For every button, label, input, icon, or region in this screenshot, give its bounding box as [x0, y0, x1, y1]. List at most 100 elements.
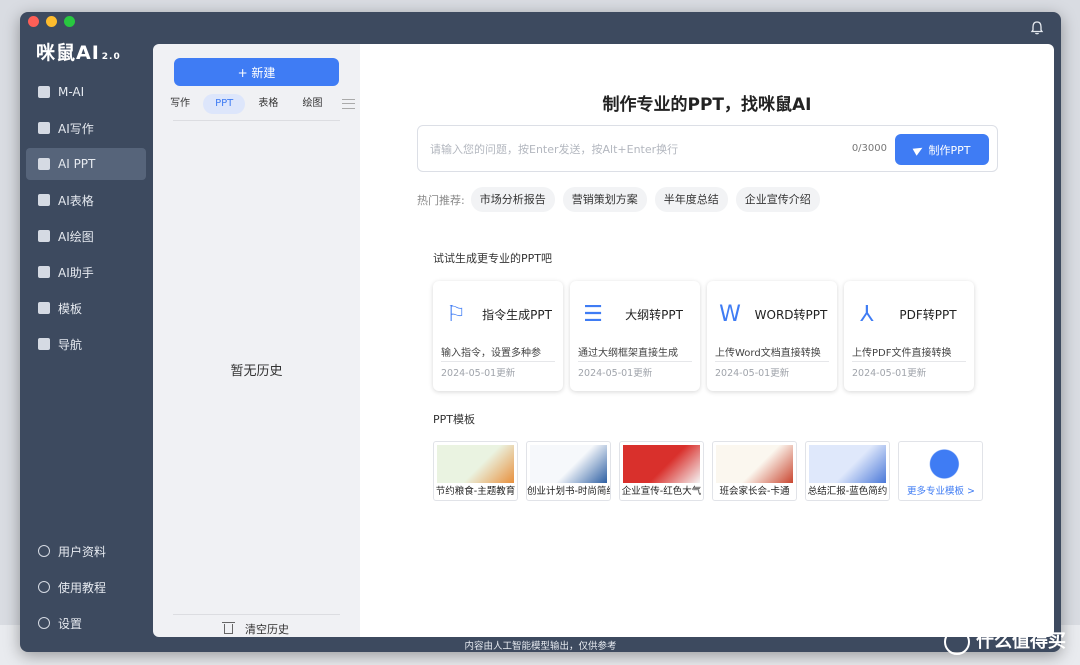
page-title: 制作专业的PPT，找咪鼠AI: [602, 95, 812, 115]
hot-chip-2[interactable]: 半年度总结: [654, 187, 728, 212]
feature-card-1[interactable]: ☰ 大纲转PPT 通过大纲框架直接生成 2024-05-01更新: [570, 281, 700, 391]
card-title: 大纲转PPT: [625, 307, 683, 322]
make-ppt-label: 制作PPT: [928, 143, 971, 157]
table-icon: [38, 194, 50, 206]
history-panel: + 新建 写作 PPT 表格 绘图 暂无历史 清空历史: [153, 44, 360, 637]
flag-icon: ⚐: [446, 302, 466, 327]
new-button[interactable]: + 新建: [174, 58, 339, 86]
template-card-4[interactable]: 总结汇报-蓝色简约: [805, 441, 890, 501]
more-templates-icon: [902, 445, 979, 483]
history-tab-3[interactable]: 绘图: [291, 94, 333, 114]
ppt-icon: [38, 158, 50, 170]
sidebar-item-label: AI助手: [58, 265, 94, 280]
template-card-0[interactable]: 节约粮食-主题教育: [433, 441, 518, 501]
card-date: 2024-05-01更新: [715, 361, 829, 379]
send-icon: [912, 143, 924, 156]
sidebar-item-label: M-AI: [58, 85, 85, 99]
word-icon: W: [719, 302, 741, 327]
sidebar-item-4[interactable]: AI绘图: [26, 220, 146, 252]
minimize-window-button[interactable]: [46, 16, 57, 27]
maximize-window-button[interactable]: [64, 16, 75, 27]
sidebar-item-label: 导航: [58, 337, 83, 352]
window-controls: [28, 16, 75, 27]
hot-recommendations: 热门推荐: 市场分析报告 营销策划方案 半年度总结 企业宣传介绍: [417, 187, 828, 212]
card-header: ⅄ PDF转PPT: [854, 295, 966, 335]
bell-icon[interactable]: [1029, 20, 1045, 36]
hot-chip-0[interactable]: 市场分析报告: [470, 187, 555, 212]
sidebar-item-label: AI PPT: [58, 157, 96, 171]
template-thumbnail: [623, 445, 700, 483]
prompt-input[interactable]: [430, 138, 830, 160]
main-content: 制作专业的PPT，找咪鼠AI 0/3000 制作PPT 热门推荐: 市场分析报告…: [360, 44, 1054, 637]
assistant-icon: [38, 266, 50, 278]
sidebar-item-label: 使用教程: [58, 580, 107, 595]
help-icon: [38, 581, 50, 593]
sidebar-item-3[interactable]: AI表格: [26, 184, 146, 216]
sidebar-bottom-item-0[interactable]: 用户资料: [26, 535, 146, 567]
card-header: W WORD转PPT: [717, 295, 829, 335]
template-thumbnail: [716, 445, 793, 483]
hot-label: 热门推荐:: [417, 193, 465, 207]
sidebar-item-label: 模板: [58, 301, 83, 316]
more-templates-card[interactable]: 更多专业模板 >: [898, 441, 983, 501]
history-tab-2[interactable]: 表格: [247, 94, 289, 114]
prompt-box: 0/3000 制作PPT: [417, 125, 998, 172]
hot-chip-1[interactable]: 营销策划方案: [562, 187, 647, 212]
outline-icon: ☰: [583, 302, 603, 327]
logo-text: 咪鼠AI: [36, 42, 100, 64]
hot-chip-3[interactable]: 企业宣传介绍: [735, 187, 820, 212]
write-icon: [38, 122, 50, 134]
feature-card-0[interactable]: ⚐ 指令生成PPT 输入指令，设置多种参 2024-05-01更新: [433, 281, 563, 391]
mai-icon: [38, 86, 50, 98]
menu-icon[interactable]: [341, 99, 356, 109]
logo-version: 2.0: [101, 52, 121, 62]
user-icon: [38, 545, 50, 557]
disclaimer-text: 内容由人工智能模型输出，仅供参考: [464, 641, 617, 652]
card-title: WORD转PPT: [754, 307, 828, 322]
sidebar-item-7[interactable]: 导航: [26, 328, 146, 360]
feature-card-2[interactable]: W WORD转PPT 上传Word文档直接转换 2024-05-01更新: [707, 281, 837, 391]
history-tab-1[interactable]: PPT: [203, 94, 246, 114]
close-window-button[interactable]: [28, 16, 39, 27]
sidebar-item-label: AI表格: [58, 193, 94, 208]
history-tabs: 写作 PPT 表格 绘图: [159, 94, 356, 114]
sidebar-bottom-item-2[interactable]: 设置: [26, 607, 146, 639]
template-name: 节约粮食-主题教育: [435, 486, 516, 497]
template-name: 创业计划书-时尚简约: [527, 486, 610, 497]
sidebar-bottom-nav: 用户资料使用教程设置: [26, 535, 146, 643]
card-date: 2024-05-01更新: [578, 361, 692, 379]
card-description: 输入指令，设置多种参: [441, 348, 541, 359]
sidebar-item-2[interactable]: AI PPT: [26, 148, 146, 180]
card-date: 2024-05-01更新: [441, 361, 555, 379]
template-card-1[interactable]: 创业计划书-时尚简约: [526, 441, 611, 501]
settings-icon: [38, 617, 50, 629]
sidebar-item-label: AI绘图: [58, 229, 94, 244]
clear-history-button[interactable]: 清空历史: [173, 614, 340, 637]
card-description: 上传PDF文件直接转换: [852, 348, 952, 359]
more-templates-label: 更多专业模板 >: [907, 486, 975, 497]
template-name: 总结汇报-蓝色简约: [807, 486, 888, 497]
app-window: 咪鼠AI 2.0 M-AI AI写作 AI PPT AI表格 AI绘图 AI助手模板导航 用…: [20, 12, 1061, 652]
feature-card-3[interactable]: ⅄ PDF转PPT 上传PDF文件直接转换 2024-05-01更新: [844, 281, 974, 391]
watermark: 什么值得买: [944, 627, 1066, 655]
trash-icon: [222, 622, 235, 634]
sidebar-nav: M-AI AI写作 AI PPT AI表格 AI绘图 AI助手模板导航: [26, 76, 146, 364]
pdf-icon: ⅄: [860, 302, 874, 327]
make-ppt-button[interactable]: 制作PPT: [895, 134, 989, 165]
sidebar-item-6[interactable]: 模板: [26, 292, 146, 324]
section-title-try: 试试生成更专业的PPT吧: [433, 252, 552, 265]
template-card-2[interactable]: 企业宣传-红色大气: [619, 441, 704, 501]
history-tab-0[interactable]: 写作: [159, 94, 201, 114]
template-name: 企业宣传-红色大气: [621, 486, 702, 497]
sidebar-item-0[interactable]: M-AI: [26, 76, 146, 108]
sidebar-item-1[interactable]: AI写作: [26, 112, 146, 144]
template-card-3[interactable]: 班会家长会-卡通: [712, 441, 797, 501]
sidebar-item-5[interactable]: AI助手: [26, 256, 146, 288]
template-name: 班会家长会-卡通: [719, 486, 790, 497]
sidebar-bottom-item-1[interactable]: 使用教程: [26, 571, 146, 603]
template-thumbnail: [809, 445, 886, 483]
card-date: 2024-05-01更新: [852, 361, 966, 379]
draw-icon: [38, 230, 50, 242]
sidebar-item-label: 用户资料: [58, 544, 107, 559]
template-thumbnail: [437, 445, 514, 483]
